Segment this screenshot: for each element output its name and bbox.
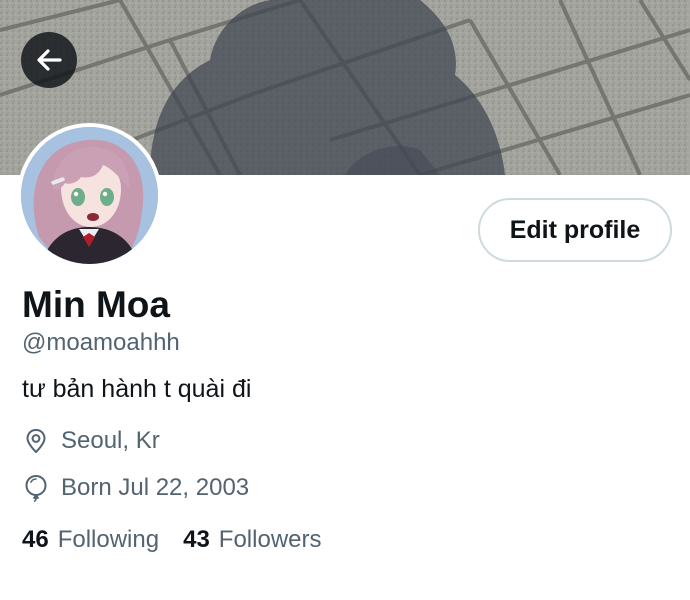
birthday-row: Born Jul 22, 2003 — [22, 473, 249, 503]
bio-text: tư bản hành t quài đi — [22, 375, 252, 403]
follow-stats: 46 Following 43 Followers — [22, 525, 346, 555]
location-row: Seoul, Kr — [22, 426, 160, 456]
birthday-text: Born Jul 22, 2003 — [61, 474, 250, 501]
location-text: Seoul, Kr — [61, 427, 160, 454]
balloon-icon — [22, 474, 50, 502]
avatar[interactable] — [17, 123, 162, 268]
followers-label: Followers — [218, 526, 322, 553]
arrow-left-icon — [37, 49, 62, 71]
following-count: 46 — [22, 526, 49, 553]
location-pin-icon — [22, 427, 50, 455]
display-name: Min Moa — [22, 284, 170, 325]
following-link[interactable]: 46 Following — [22, 525, 159, 555]
followers-link[interactable]: 43 Followers — [183, 525, 321, 555]
edit-profile-button[interactable]: Edit profile — [478, 198, 672, 262]
avatar-image — [21, 127, 158, 264]
following-label: Following — [57, 526, 160, 553]
user-handle: @moamoahhh — [22, 329, 180, 356]
followers-count: 43 — [183, 526, 210, 553]
back-button[interactable] — [21, 32, 77, 88]
